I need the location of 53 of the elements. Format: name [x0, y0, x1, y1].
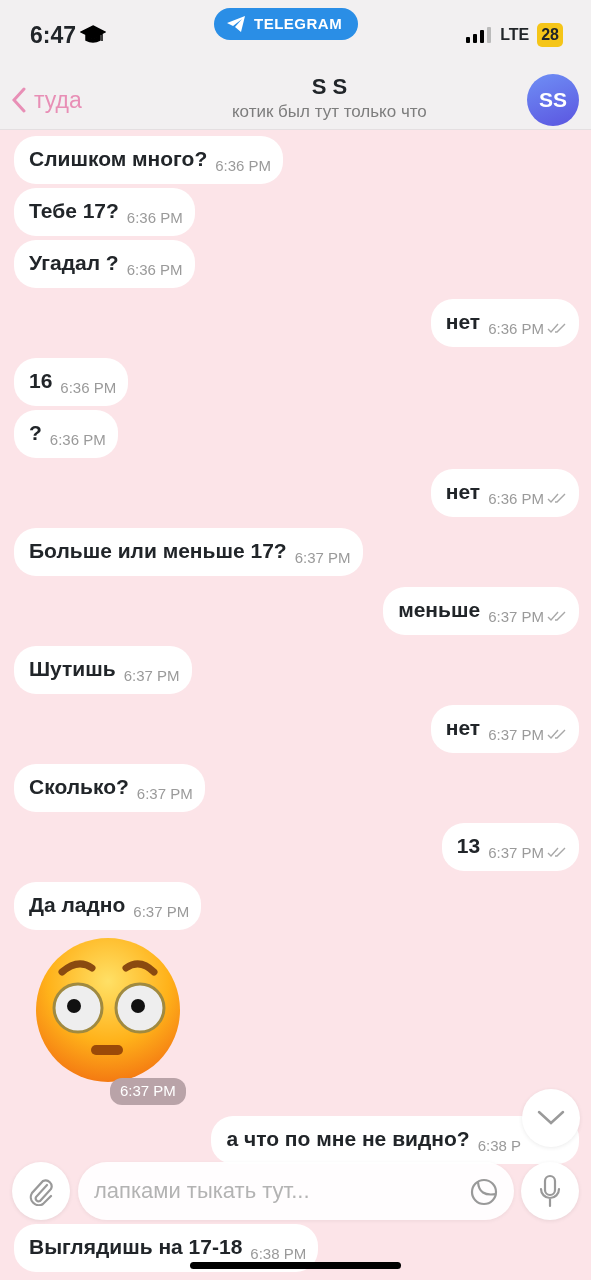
- chevron-left-icon: [12, 87, 26, 113]
- battery-level: 28: [537, 23, 563, 47]
- message-time: 6:37 PM: [136, 785, 193, 802]
- signal-icon: [466, 27, 493, 43]
- sticker-icon[interactable]: [469, 1177, 499, 1207]
- message-time: 6:36 PM: [488, 320, 544, 337]
- message-time: 6:36 PM: [126, 261, 183, 278]
- message-time: 6:37 PM: [133, 903, 190, 920]
- message-text: Слишком много?: [29, 147, 208, 170]
- message-text: Да ладно: [29, 893, 126, 916]
- message-time: 6:37 PM: [123, 667, 180, 684]
- message-text: Угадал ?: [29, 251, 119, 274]
- message-text: нет: [445, 310, 481, 333]
- message-time: 6:37 PM: [488, 608, 544, 625]
- paper-plane-icon: [226, 15, 246, 33]
- chat-title: S S: [310, 75, 349, 100]
- scroll-down-button[interactable]: [522, 1089, 580, 1147]
- paperclip-icon: [27, 1176, 55, 1206]
- message-text: 16: [29, 369, 53, 392]
- message-text: Тебе 17?: [29, 199, 119, 222]
- message-time: 6:37 PM: [488, 844, 544, 861]
- message-text: Больше или меньше 17?: [29, 539, 287, 562]
- message-text: меньше: [398, 598, 481, 621]
- message-text: нет: [445, 716, 481, 739]
- message-text: ?: [29, 421, 42, 444]
- message-text: нет: [445, 480, 481, 503]
- message-text: Сколько?: [29, 775, 129, 798]
- message-time: 6:37 PM: [110, 1078, 186, 1105]
- graduation-cap-icon: [80, 24, 107, 46]
- attach-button[interactable]: [12, 1162, 70, 1220]
- message-time: 6:36 PM: [60, 379, 117, 396]
- message-time: 6:36 PM: [126, 209, 183, 226]
- message-time: 6:37 PM: [294, 549, 351, 566]
- avatar[interactable]: SS: [527, 74, 579, 126]
- message-time: 6:36 PM: [49, 431, 106, 448]
- message-time: 6:38 PM: [250, 1244, 307, 1262]
- status-time: 6:47: [30, 20, 77, 50]
- message-text: Шутишь: [29, 657, 116, 680]
- message-text: Выглядишь на 17-18: [29, 1234, 243, 1258]
- message-time: 6:36 PM: [488, 490, 544, 507]
- network-label: LTE: [500, 25, 530, 45]
- telegram-pill[interactable]: TELEGRAM: [214, 7, 359, 41]
- message-text: а что по мне не видно?: [226, 1126, 470, 1150]
- microphone-icon: [539, 1174, 561, 1208]
- message-text: 13: [456, 834, 481, 857]
- microphone-button[interactable]: [521, 1162, 579, 1220]
- message-input[interactable]: лапками тыкать тут...: [78, 1162, 514, 1220]
- chat-status: котик был тут только что: [231, 101, 427, 124]
- message-time: 6:37 PM: [488, 726, 544, 743]
- message-time: 6:38 P: [477, 1136, 521, 1154]
- back-button[interactable]: туда: [12, 82, 82, 118]
- message-time: 6:36 PM: [215, 157, 272, 174]
- chevron-down-icon: [537, 1110, 565, 1126]
